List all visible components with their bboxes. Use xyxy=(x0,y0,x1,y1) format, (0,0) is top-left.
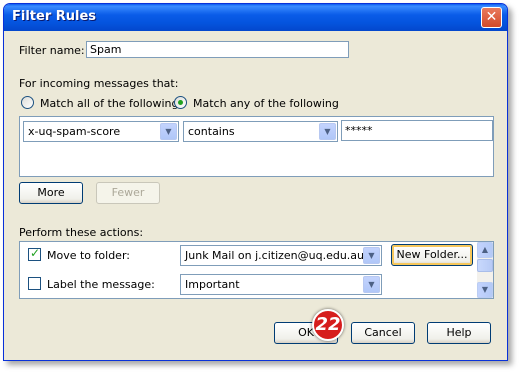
rule-value-input[interactable] xyxy=(341,120,493,141)
new-folder-button-label: New Folder... xyxy=(396,248,468,261)
label-message-label[interactable]: Label the message: xyxy=(47,278,155,291)
chevron-down-icon[interactable]: ▼ xyxy=(319,123,336,140)
close-icon: ✕ xyxy=(485,9,498,25)
filter-rules-dialog: Filter Rules ✕ Filter name: For incoming… xyxy=(3,3,508,361)
help-button[interactable]: Help xyxy=(427,322,491,344)
match-any-radio[interactable] xyxy=(174,96,187,109)
more-button-label: More xyxy=(37,186,65,199)
label-select-value: Important xyxy=(185,278,240,291)
fewer-button-label: Fewer xyxy=(111,186,145,199)
chevron-down-icon[interactable]: ▼ xyxy=(363,247,380,264)
help-button-label: Help xyxy=(446,326,472,339)
cancel-button[interactable]: Cancel xyxy=(351,322,415,344)
move-to-folder-label[interactable]: Move to folder: xyxy=(47,249,130,262)
match-all-label[interactable]: Match all of the following xyxy=(40,97,179,110)
scroll-up-icon[interactable]: ▲ xyxy=(477,242,493,258)
filter-name-input[interactable] xyxy=(86,41,349,58)
folder-select-value: Junk Mail on j.citizen@uq.edu.au xyxy=(185,249,365,262)
match-all-radio[interactable] xyxy=(21,96,34,109)
move-to-folder-checkbox[interactable] xyxy=(28,246,41,261)
dialog-content: Filter name: For incoming messages that:… xyxy=(7,31,504,357)
rule-list[interactable]: x-uq-spam-score ▼ contains ▼ xyxy=(19,116,494,177)
fewer-button[interactable]: Fewer xyxy=(96,182,160,204)
actions-scrollbar[interactable]: ▲ ▼ xyxy=(477,242,493,298)
window-title: Filter Rules xyxy=(12,9,97,24)
new-folder-button[interactable]: New Folder... xyxy=(391,244,473,266)
close-button[interactable]: ✕ xyxy=(481,7,502,28)
rule-field-value: x-uq-spam-score xyxy=(28,125,121,138)
chevron-down-icon[interactable]: ▼ xyxy=(160,123,177,140)
label-select[interactable]: Important ▼ xyxy=(180,274,382,295)
rule-operator-value: contains xyxy=(188,125,235,138)
rule-operator-select[interactable]: contains ▼ xyxy=(183,121,338,142)
folder-select[interactable]: Junk Mail on j.citizen@uq.edu.au ▼ xyxy=(180,245,382,266)
scroll-thumb[interactable] xyxy=(477,259,493,272)
title-bar[interactable]: Filter Rules ✕ xyxy=(4,4,507,31)
label-message-checkbox[interactable] xyxy=(28,277,41,290)
cancel-button-label: Cancel xyxy=(364,326,402,339)
rule-field-select[interactable]: x-uq-spam-score ▼ xyxy=(23,121,179,142)
actions-list[interactable]: Move to folder: Junk Mail on j.citizen@u… xyxy=(19,241,494,299)
step-number-badge: 22 xyxy=(312,309,344,341)
incoming-label: For incoming messages that: xyxy=(19,77,179,90)
scroll-down-icon[interactable]: ▼ xyxy=(477,282,493,298)
actions-label: Perform these actions: xyxy=(19,226,144,239)
match-any-label[interactable]: Match any of the following xyxy=(193,97,339,110)
more-button[interactable]: More xyxy=(19,182,83,204)
chevron-down-icon[interactable]: ▼ xyxy=(363,276,380,293)
filter-name-label: Filter name: xyxy=(19,44,85,57)
